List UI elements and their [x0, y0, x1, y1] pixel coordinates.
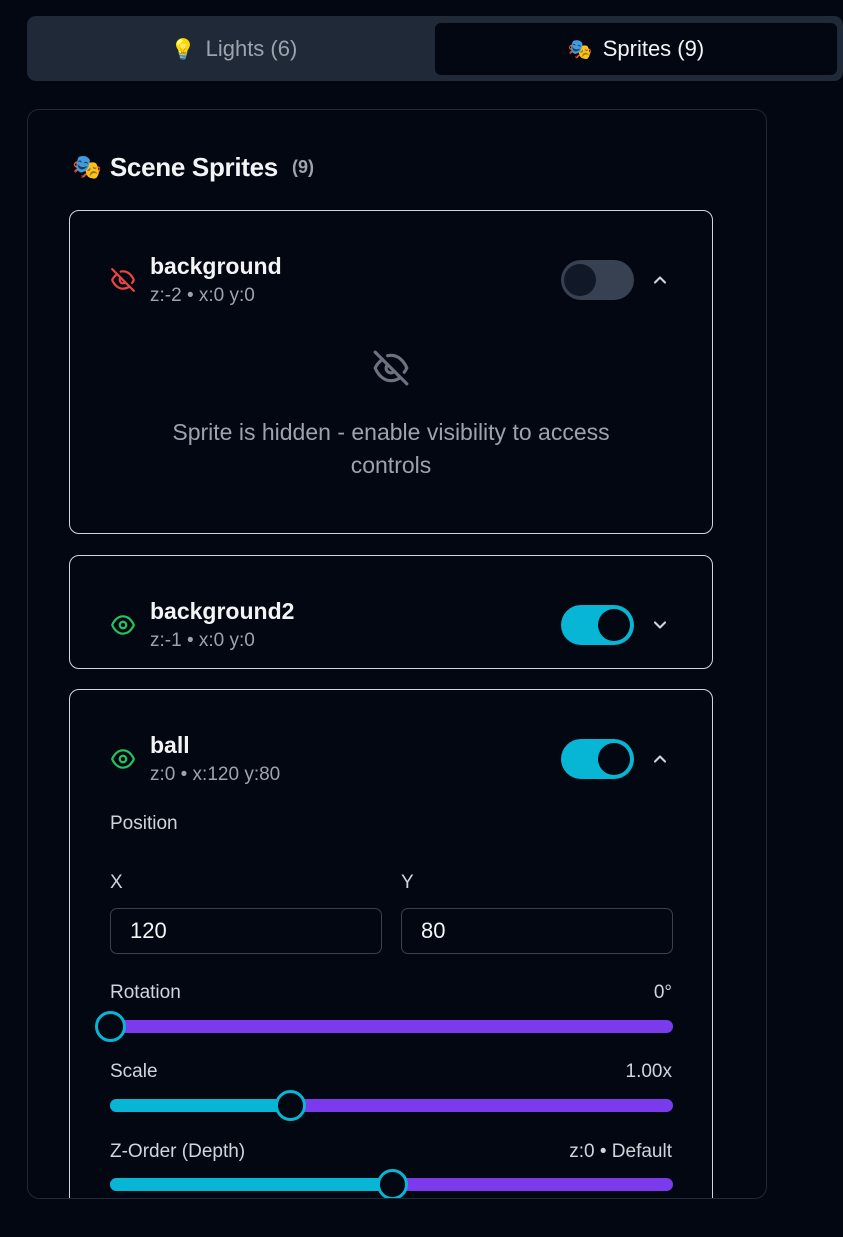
- hidden-message: Sprite is hidden - enable visibility to …: [172, 419, 610, 478]
- tab-sprites[interactable]: 🎭 Sprites (9): [435, 23, 837, 75]
- theater-masks-icon: 🎭: [567, 38, 593, 61]
- eye-off-icon[interactable]: [110, 267, 136, 293]
- sprite-count: (9): [291, 157, 314, 177]
- slider-fill: [110, 1178, 392, 1191]
- position-label: Position: [110, 813, 178, 834]
- zorder-slider[interactable]: [110, 1169, 673, 1198]
- eye-icon[interactable]: [110, 612, 136, 638]
- scale-slider[interactable]: [110, 1090, 673, 1121]
- slider-thumb[interactable]: [95, 1011, 126, 1042]
- lightbulb-icon: 💡: [170, 38, 196, 61]
- zorder-value: z:0 • Default: [569, 1141, 672, 1162]
- sprite-meta: z:0 • x:120 y:80: [150, 764, 281, 785]
- y-input[interactable]: [401, 908, 673, 954]
- x-input[interactable]: [110, 908, 382, 954]
- toggle-knob: [564, 264, 596, 296]
- sprite-meta: z:-1 • x:0 y:0: [150, 630, 255, 651]
- slider-thumb[interactable]: [275, 1090, 307, 1121]
- sprite-meta: z:-2 • x:0 y:0: [150, 285, 255, 306]
- slider-fill: [110, 1099, 291, 1112]
- hidden-sprite-notice: Sprite is hidden - enable visibility to …: [70, 349, 712, 482]
- zorder-label: Z-Order (Depth): [110, 1141, 246, 1162]
- panel-header: 🎭 Scene Sprites (9): [72, 152, 314, 183]
- panel-title: Scene Sprites: [109, 152, 278, 182]
- chevron-up-icon[interactable]: [650, 270, 670, 290]
- sprites-panel: 🎭 Scene Sprites (9) background z:-2 • x:…: [27, 109, 767, 1199]
- visibility-toggle[interactable]: [561, 739, 634, 779]
- eye-icon[interactable]: [110, 746, 136, 772]
- sprite-card-header[interactable]: ball z:0 • x:120 y:80: [70, 690, 712, 790]
- sprite-card-background: background z:-2 • x:0 y:0 Sprite is hidd…: [69, 210, 713, 534]
- sprite-card-header[interactable]: background2 z:-1 • x:0 y:0: [70, 556, 712, 656]
- toggle-knob: [598, 609, 630, 641]
- scale-label: Scale: [110, 1061, 158, 1082]
- eye-off-icon: [373, 350, 409, 386]
- sprite-card-background2: background2 z:-1 • x:0 y:0: [69, 555, 713, 669]
- slider-track: [110, 1020, 673, 1033]
- theater-masks-icon: 🎭: [72, 154, 102, 181]
- tab-lights[interactable]: 💡 Lights (6): [34, 23, 434, 75]
- sprite-name: background2: [150, 598, 295, 624]
- rotation-value: 0°: [653, 982, 672, 1003]
- rotation-slider[interactable]: [95, 1011, 673, 1042]
- visibility-toggle[interactable]: [561, 260, 634, 300]
- sprite-card-header[interactable]: background z:-2 • x:0 y:0: [70, 211, 712, 311]
- scale-value: 1.00x: [625, 1061, 672, 1082]
- visibility-toggle[interactable]: [561, 605, 634, 645]
- slider-thumb[interactable]: [376, 1169, 408, 1198]
- toggle-knob: [598, 743, 630, 775]
- rotation-label: Rotation: [110, 982, 181, 1003]
- x-label: X: [110, 872, 123, 893]
- tab-sprites-label: Sprites (9): [602, 36, 705, 61]
- sprite-name: background: [150, 253, 282, 279]
- tab-bar: 💡 Lights (6) 🎭 Sprites (9): [27, 16, 843, 81]
- chevron-up-icon[interactable]: [650, 749, 670, 769]
- sprite-card-ball: ball z:0 • x:120 y:80 Position X Y Rotat…: [69, 689, 713, 1198]
- chevron-down-icon[interactable]: [650, 615, 670, 635]
- y-label: Y: [401, 872, 414, 893]
- tab-lights-label: Lights (6): [205, 36, 298, 61]
- sprite-name: ball: [150, 732, 190, 758]
